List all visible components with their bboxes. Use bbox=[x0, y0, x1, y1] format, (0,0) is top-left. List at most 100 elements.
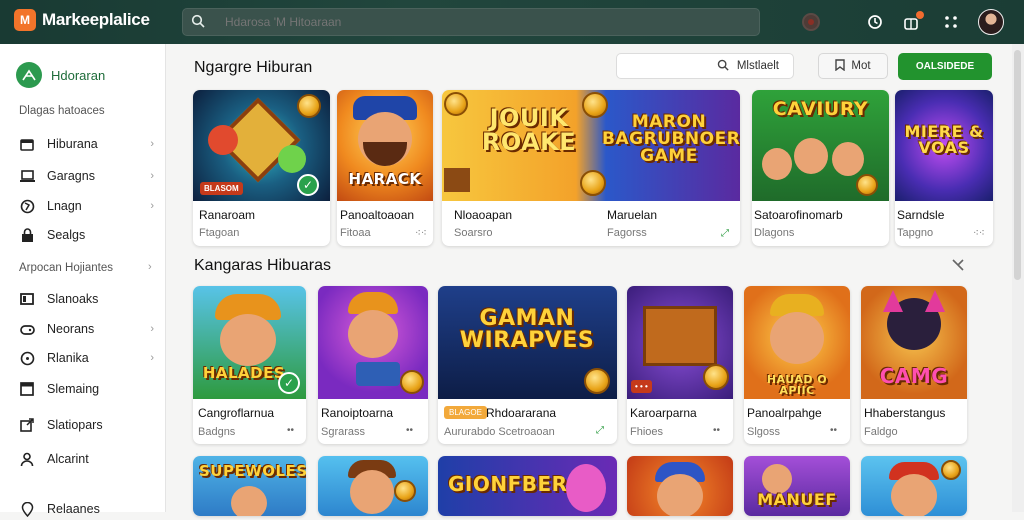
sidebar-item-label: Alcarint bbox=[47, 452, 89, 466]
sidebar-item-4[interactable]: Sealgs bbox=[18, 224, 158, 246]
card-meta: ⁖⁖ bbox=[973, 228, 985, 239]
game-thumbnail: CAVIURY bbox=[752, 90, 889, 201]
chevron-right-icon: › bbox=[150, 138, 154, 150]
crate-shape bbox=[444, 168, 470, 192]
card-meta: •• bbox=[713, 425, 721, 436]
beard-shape bbox=[363, 142, 407, 166]
game-card[interactable] bbox=[318, 456, 428, 516]
share-icon bbox=[18, 416, 36, 434]
featured-game-card[interactable]: JOUIK ROAKE MARON BAGRUBNOER GAME Nloaoa… bbox=[442, 90, 740, 246]
game-card[interactable]: MIERE & VOAS Sarndsle Tapgno ⁖⁖ bbox=[895, 90, 993, 246]
card-subtitle: Fagorss bbox=[607, 227, 647, 239]
game-thumbnail: GAMAN WIRAPVES bbox=[438, 286, 617, 399]
grid-icon[interactable] bbox=[940, 11, 962, 33]
notification-dot bbox=[916, 11, 924, 19]
sidebar-item-2[interactable]: Garagns › bbox=[18, 165, 158, 187]
card-title: Satoarofinomarb bbox=[754, 208, 843, 222]
refresh-icon[interactable] bbox=[864, 11, 886, 33]
game-thumbnail: SUPEWOLES bbox=[193, 456, 306, 516]
game-thumbnail bbox=[318, 456, 428, 516]
game-thumbnail: HALADES ✓ bbox=[193, 286, 306, 399]
sidebar-item-11[interactable]: Relaanes bbox=[18, 498, 158, 520]
game-card[interactable] bbox=[861, 456, 967, 516]
card-caption: HARACK bbox=[348, 170, 422, 188]
sidebar-header[interactable]: Hdoraran bbox=[16, 62, 105, 88]
filter-search-label: Mlstlaelt bbox=[736, 60, 779, 72]
game-card[interactable]: HAUAD O APIIC Panoalrpahge Slgoss •• bbox=[744, 286, 850, 444]
game-card[interactable]: GAMAN WIRAPVES BLAGOE Rhdoararana Aurura… bbox=[438, 286, 617, 444]
sidebar-item-8[interactable]: Slemaing bbox=[18, 378, 158, 400]
gift-icon[interactable] bbox=[900, 11, 924, 33]
search-bar[interactable] bbox=[182, 8, 760, 36]
card-title: Maruelan bbox=[607, 208, 658, 222]
game-card[interactable]: HALADES ✓ Cangroflarnua Badgns •• bbox=[193, 286, 306, 444]
chevron-right-icon: › bbox=[150, 170, 154, 182]
card-subtitle: Soarsro bbox=[454, 227, 493, 239]
sidebar-item-1[interactable]: Hiburana › bbox=[18, 133, 158, 155]
character-face bbox=[762, 148, 792, 180]
sidebar-item-label: Sealgs bbox=[47, 228, 86, 242]
primary-action-button[interactable]: OALSIDEDE bbox=[898, 53, 992, 80]
coin-icon bbox=[394, 480, 416, 502]
filter-search[interactable]: Mlstlaelt bbox=[616, 53, 794, 79]
collapse-icon[interactable] bbox=[952, 259, 964, 274]
card-caption: MANUEF bbox=[757, 490, 837, 509]
card-tag: • • • bbox=[631, 380, 652, 393]
game-card[interactable]: Ranoiptoarna Sgrarass •• bbox=[318, 286, 428, 444]
game-thumbnail bbox=[627, 456, 733, 516]
game-card[interactable]: MANUEF bbox=[744, 456, 850, 516]
game-card[interactable]: BLASOM ✓ Ranaroam Ftagoan bbox=[193, 90, 330, 246]
record-icon[interactable] bbox=[802, 13, 820, 31]
search-input[interactable] bbox=[225, 15, 725, 29]
chevron-right-icon[interactable]: › bbox=[148, 261, 152, 273]
filter-button[interactable]: Mot bbox=[818, 53, 888, 79]
sidebar-item-label: Slemaing bbox=[47, 382, 100, 396]
chevron-right-icon: › bbox=[150, 323, 154, 335]
user-avatar[interactable] bbox=[978, 9, 1004, 35]
game-card[interactable]: • • • Karoarparna Fhioes •• bbox=[627, 286, 733, 444]
ear-shape bbox=[883, 290, 903, 312]
expand-icon[interactable]: ⤢ bbox=[721, 228, 729, 239]
coin-icon bbox=[580, 170, 606, 196]
scrollbar-thumb[interactable] bbox=[1014, 50, 1021, 280]
card-title: Ranoiptoarna bbox=[321, 406, 394, 420]
game-card[interactable] bbox=[627, 456, 733, 516]
game-thumbnail: JOUIK ROAKE MARON BAGRUBNOER GAME bbox=[442, 90, 740, 201]
wallet-icon bbox=[18, 135, 36, 153]
game-thumbnail bbox=[318, 286, 428, 399]
sidebar-item-3[interactable]: Lnagn › bbox=[18, 195, 158, 217]
top-bar: M Markeeplalice bbox=[0, 0, 1024, 44]
card-caption: GIONFBER bbox=[448, 472, 568, 496]
sidebar-item-label: Slanoaks bbox=[47, 292, 99, 306]
search-icon bbox=[717, 59, 729, 74]
sidebar-item-9[interactable]: Slatiopars bbox=[18, 414, 158, 436]
card-caption: GAMAN WIRAPVES bbox=[459, 306, 595, 353]
sidebar-item-label: Neorans bbox=[47, 322, 95, 336]
sidebar-section-2: Arpocan Hojiantes bbox=[19, 262, 113, 274]
character-face bbox=[348, 310, 398, 358]
sidebar-item-7[interactable]: Rlanika › bbox=[18, 347, 158, 369]
game-card[interactable]: HARACK Panoaltoaoan Fitoaa ⁖⁖ bbox=[337, 90, 433, 246]
controller-icon bbox=[18, 320, 36, 338]
game-thumbnail: HAUAD O APIIC bbox=[744, 286, 850, 399]
sidebar-item-6[interactable]: Neorans › bbox=[18, 318, 158, 340]
sidebar-item-label: Relaanes bbox=[47, 502, 100, 516]
sidebar-item-5[interactable]: Slanoaks bbox=[18, 288, 158, 310]
coin-icon bbox=[444, 92, 468, 116]
game-card[interactable]: CAVIURY Satoarofinomarb Dlagons bbox=[752, 90, 889, 246]
filter-button-label: Mot bbox=[851, 60, 871, 72]
game-thumbnail: HARACK bbox=[337, 90, 433, 201]
app-logo[interactable]: M Markeeplalice bbox=[14, 9, 150, 31]
game-card[interactable]: CAMG Hhaberstangus Faldgo bbox=[861, 286, 967, 444]
card-caption: MIERE & VOAS bbox=[904, 122, 984, 157]
sidebar-item-10[interactable]: Alcarint bbox=[18, 448, 158, 470]
game-card[interactable]: SUPEWOLES bbox=[193, 456, 306, 516]
game-card[interactable]: GIONFBER bbox=[438, 456, 617, 516]
card-caption: CAMG bbox=[879, 364, 949, 388]
card-title: Karoarparna bbox=[630, 406, 697, 420]
page-title: Ngargre Hiburan bbox=[194, 59, 313, 76]
sidebar-item-label: Rlanika bbox=[47, 351, 89, 365]
search-icon[interactable] bbox=[183, 14, 213, 31]
expand-icon[interactable]: ⤢ bbox=[596, 425, 604, 436]
coin-icon bbox=[297, 94, 321, 118]
